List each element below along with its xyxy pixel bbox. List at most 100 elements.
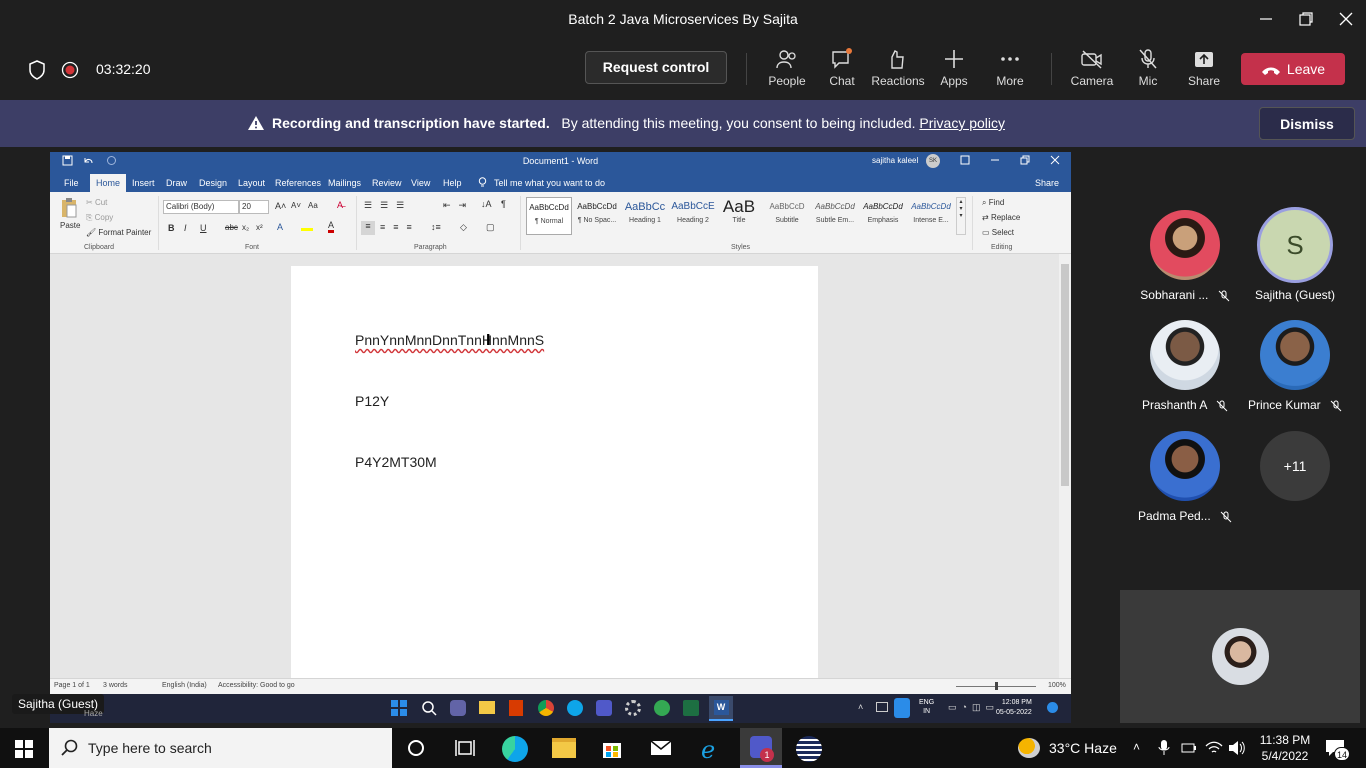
word-restore-icon[interactable] (1020, 155, 1030, 165)
microphone-icon[interactable] (894, 698, 910, 718)
taskbar-search-box[interactable]: Type here to search (49, 728, 392, 768)
word-user-avatar[interactable]: SK (926, 154, 940, 168)
shrink-font-icon[interactable]: A˅ (291, 201, 301, 210)
grow-font-icon[interactable]: A˄ (275, 201, 286, 211)
input-language[interactable]: ENG IN (919, 698, 934, 716)
change-case-icon[interactable]: Aa (308, 201, 318, 210)
microphone-icon[interactable] (1158, 740, 1170, 756)
internet-explorer-icon[interactable]: e (698, 736, 722, 762)
weather-text[interactable]: 33°C Haze (1049, 740, 1117, 756)
page-count[interactable]: Page 1 of 1 (54, 682, 90, 689)
tab-review[interactable]: Review (372, 178, 402, 188)
zoom-level[interactable]: 100% (1048, 682, 1066, 689)
clear-format-icon[interactable]: A̶ (337, 200, 343, 210)
file-explorer-icon[interactable] (479, 701, 495, 714)
wifi-icon[interactable] (1205, 740, 1223, 756)
strikethrough-button[interactable]: abc (225, 223, 238, 232)
style-emphasis[interactable]: AaBbCcDd Emphasis (860, 197, 906, 235)
italic-button[interactable]: I (184, 223, 187, 233)
sort-icon[interactable]: ↓A (481, 199, 492, 209)
text-effects-icon[interactable]: A (277, 222, 283, 232)
tab-mailings[interactable]: Mailings (328, 178, 361, 188)
windows-start-icon[interactable] (15, 740, 33, 758)
style-title[interactable]: AaB Title (716, 197, 762, 235)
language-status[interactable]: English (India) (162, 682, 207, 689)
tab-file[interactable]: File (64, 178, 79, 188)
notification-icon[interactable] (1047, 702, 1058, 713)
format-painter-button[interactable]: 🖌 Format Painter (86, 228, 151, 237)
align-buttons[interactable]: ≡≡≡ (380, 222, 420, 232)
reactions-button[interactable]: Reactions (870, 48, 926, 92)
edge-icon[interactable] (502, 736, 528, 762)
align-left-button[interactable]: ≡ (361, 221, 375, 235)
self-view-tile[interactable] (1120, 590, 1360, 723)
cut-button[interactable]: ✂ Cut (86, 198, 107, 207)
copy-button[interactable]: ⎘ Copy (86, 213, 113, 223)
teams-taskbar-item[interactable]: 1 (740, 728, 782, 768)
privacy-policy-link[interactable]: Privacy policy (919, 115, 1005, 131)
tab-help[interactable]: Help (443, 178, 462, 188)
office-icon[interactable] (509, 700, 523, 716)
underline-button[interactable]: U (200, 223, 207, 233)
remote-clock[interactable]: 12:08 PM 05-05-2022 (996, 698, 1032, 718)
search-icon[interactable] (421, 700, 437, 716)
minimize-button[interactable] (1257, 10, 1275, 28)
chevron-up-icon[interactable]: ˄ (858, 702, 863, 712)
tell-me-search[interactable]: Tell me what you want to do (494, 178, 605, 188)
taskbar-clock[interactable]: 11:38 PM 5/4/2022 (1254, 732, 1316, 764)
style-heading-2[interactable]: AaBbCcE Heading 2 (670, 197, 716, 235)
tab-insert[interactable]: Insert (132, 178, 155, 188)
cortana-icon[interactable] (404, 736, 428, 760)
word-taskbar-item[interactable]: W (709, 696, 733, 721)
chrome-profile-icon[interactable] (654, 700, 670, 716)
mail-icon[interactable] (649, 736, 673, 760)
more-button[interactable]: More (982, 48, 1038, 92)
volume-icon[interactable] (1228, 740, 1246, 756)
participant-tile[interactable]: Prince Kumar (1245, 320, 1345, 412)
tab-references[interactable]: References (275, 178, 321, 188)
styles-scroll[interactable]: ▴ ▾ ▾ (956, 197, 966, 235)
file-explorer-icon[interactable] (552, 738, 576, 758)
pilcrow-icon[interactable]: ¶ (501, 199, 506, 209)
subscript-button[interactable]: x₂ (242, 223, 249, 232)
more-participants-button[interactable]: +11 (1245, 431, 1345, 509)
request-control-button[interactable]: Request control (585, 51, 727, 84)
mic-button[interactable]: Mic (1120, 48, 1176, 92)
participant-tile[interactable]: Padma Ped... (1135, 431, 1235, 523)
share-button[interactable]: Share (1176, 48, 1232, 92)
close-button[interactable] (1337, 10, 1355, 28)
settings-icon[interactable] (625, 700, 641, 716)
vertical-scrollbar[interactable] (1059, 254, 1071, 678)
teams-icon[interactable] (596, 700, 612, 716)
document-page[interactable]: PnnYnnMnnDnnTnnHnnMnnS I P12Y P4Y2MT30M (291, 266, 818, 686)
zoom-slider-thumb[interactable] (995, 682, 998, 690)
participant-tile[interactable]: Sobharani ... (1135, 210, 1235, 302)
people-button[interactable]: People (759, 48, 815, 92)
word-count[interactable]: 3 words (103, 682, 128, 689)
list-buttons[interactable]: ☰☰☰ (364, 200, 412, 211)
tab-design[interactable]: Design (199, 178, 227, 188)
keyboard-icon[interactable] (876, 702, 888, 712)
shading-icon[interactable]: ◇ (460, 222, 467, 233)
font-size-select[interactable]: 20 (239, 200, 269, 214)
select-button[interactable]: ▭ Select (982, 228, 1014, 237)
word-close-icon[interactable] (1050, 155, 1060, 165)
accessibility-status[interactable]: Accessibility: Good to go (218, 682, 295, 689)
chat-button[interactable]: Chat (814, 48, 870, 92)
indent-buttons[interactable]: ⇤⇥ (443, 200, 474, 211)
teams-chat-icon[interactable] (450, 700, 466, 716)
participant-tile[interactable]: S Sajitha (Guest) (1245, 207, 1345, 302)
bold-button[interactable]: B (168, 223, 175, 233)
dismiss-button[interactable]: Dismiss (1259, 107, 1355, 140)
task-view-icon[interactable] (453, 736, 477, 760)
font-color-icon[interactable]: A (328, 221, 335, 233)
participant-tile[interactable]: Prashanth A (1135, 320, 1235, 412)
borders-icon[interactable]: ▢ (486, 222, 495, 233)
battery-icon[interactable] (1181, 742, 1197, 754)
leave-button[interactable]: Leave (1241, 53, 1345, 85)
tray-icons[interactable]: ▭◔◫▭ (948, 702, 999, 713)
ribbon-display-icon[interactable] (960, 155, 970, 165)
superscript-button[interactable]: x² (256, 223, 263, 232)
highlight-icon[interactable] (301, 221, 313, 231)
replace-button[interactable]: ⇄ Replace (982, 213, 1020, 222)
